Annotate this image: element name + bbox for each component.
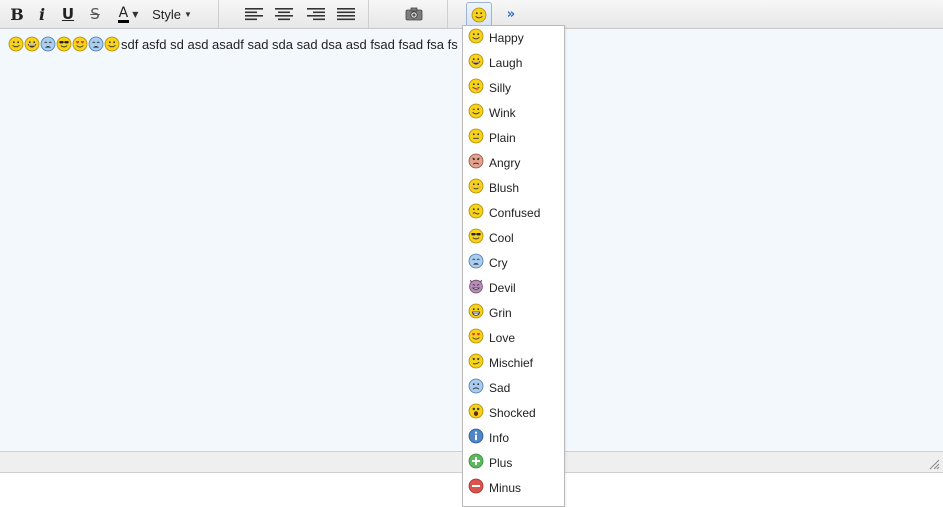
emoticon-menu-item-label: Shocked	[489, 406, 536, 420]
love-icon	[468, 328, 484, 348]
underline-button[interactable]: U	[59, 4, 77, 24]
font-color-button[interactable]: A ▼	[114, 4, 142, 24]
align-justify-icon	[337, 8, 355, 21]
emoticon-menu-item-happy[interactable]: Happy	[463, 26, 564, 51]
devil-icon	[468, 278, 484, 298]
cool-icon	[468, 228, 484, 248]
insert-image-button[interactable]	[404, 4, 424, 24]
emoticon-menu-item-silly[interactable]: Silly	[463, 76, 564, 101]
emoticon-menu-item-label: Wink	[489, 106, 516, 120]
emoticon-menu-item-label: Grin	[489, 306, 512, 320]
font-color-label: A	[117, 4, 130, 23]
emoticon-menu-item-cry[interactable]: Cry	[463, 251, 564, 276]
emoticon-menu-item-angry[interactable]: Angry	[463, 151, 564, 176]
emoticon-menu-item-label: Confused	[489, 206, 541, 220]
silly-icon	[468, 78, 484, 98]
laugh-icon	[24, 36, 40, 52]
mischief-icon	[468, 353, 484, 373]
emoticon-menu-item-cool[interactable]: Cool	[463, 226, 564, 251]
emoticon-menu-item-label: Minus	[489, 481, 522, 495]
blush-icon	[468, 178, 484, 198]
align-right-icon	[307, 8, 325, 21]
emoticon-menu-item-devil[interactable]: Devil	[463, 276, 564, 301]
love-icon	[72, 36, 88, 52]
italic-button[interactable]: i	[33, 4, 51, 24]
align-right-button[interactable]	[305, 4, 327, 24]
minus-icon	[468, 478, 484, 498]
emoticon-menu-item-label: Plus	[489, 456, 513, 470]
emoticon-menu-item-label: Mischief	[489, 356, 534, 370]
emoticon-menu-item-confused[interactable]: Confused	[463, 201, 564, 226]
angry-icon	[468, 153, 484, 173]
camera-icon	[405, 7, 423, 21]
align-center-icon	[275, 8, 293, 21]
emoticon-menu-item-laugh[interactable]: Laugh	[463, 51, 564, 76]
cry-icon	[88, 36, 104, 52]
emoticon-menu-item-label: Plain	[489, 131, 516, 145]
info-icon	[468, 428, 484, 448]
emoticon-menu-item-label: Love	[489, 331, 516, 345]
emoticon-menu-item-label: Cool	[489, 231, 514, 245]
emoticon-menu-item-shocked[interactable]: Shocked	[463, 401, 564, 426]
emoticon-menu-item-love[interactable]: Love	[463, 326, 564, 351]
shocked-icon	[468, 403, 484, 423]
emoticon-menu-item-wink[interactable]: Wink	[463, 101, 564, 126]
emoticon-menu-item-plus[interactable]: Plus	[463, 451, 564, 476]
emoticon-menu-item-label: Silly	[489, 81, 512, 95]
editor-text: sdf asfd sd asd asadf sad sda sad dsa as…	[121, 36, 458, 52]
emoticon-menu-item-label: Sad	[489, 381, 511, 395]
inline-emoticons	[8, 36, 120, 52]
emoticon-menu-item-minus[interactable]: Minus	[463, 476, 564, 501]
grin-icon	[468, 303, 484, 323]
emoticon-menu: Happy Laugh Silly Wink Plain Angry Blush Confus…	[462, 25, 565, 507]
sad-icon	[468, 378, 484, 398]
align-left-button[interactable]	[243, 4, 265, 24]
align-center-button[interactable]	[273, 4, 295, 24]
plain-icon	[468, 128, 484, 148]
wink-icon	[468, 103, 484, 123]
toolbar-divider	[368, 0, 369, 28]
laugh-icon	[468, 53, 484, 73]
emoticon-menu-item-plain[interactable]: Plain	[463, 126, 564, 151]
more-options-button[interactable]: »	[500, 4, 522, 24]
emoticon-menu-item-mischief[interactable]: Mischief	[463, 351, 564, 376]
toolbar-divider	[447, 0, 448, 28]
emoticon-menu-item-label: Devil	[489, 281, 516, 295]
toolbar-divider	[218, 0, 219, 28]
emoticon-menu-item-label: Info	[489, 431, 510, 445]
happy-icon	[468, 28, 484, 48]
emoticon-menu-item-blush[interactable]: Blush	[463, 176, 564, 201]
emoticon-menu-item-label: Blush	[489, 181, 520, 195]
emoticon-menu-item-sad[interactable]: Sad	[463, 376, 564, 401]
emoticon-menu-item-label: Laugh	[489, 56, 523, 70]
happy-icon	[104, 36, 120, 52]
align-justify-button[interactable]	[335, 4, 357, 24]
cry-icon	[40, 36, 56, 52]
align-left-icon	[245, 8, 263, 21]
emoticon-menu-item-label: Cry	[489, 256, 508, 270]
bold-button[interactable]: B	[8, 4, 26, 24]
plus-icon	[468, 453, 484, 473]
editor-text-line: sdf asfd sd asd asadf sad sda sad dsa as…	[8, 36, 458, 52]
emoticon-menu-item-grin[interactable]: Grin	[463, 301, 564, 326]
cool-icon	[56, 36, 72, 52]
resize-grip-icon[interactable]	[928, 458, 940, 470]
cry-icon	[468, 253, 484, 273]
strikethrough-button[interactable]: S	[86, 4, 104, 24]
happy-icon	[8, 36, 24, 52]
chevron-down-icon: ▼	[132, 9, 139, 19]
happy-icon	[471, 7, 487, 23]
style-dropdown[interactable]: Style ▼	[150, 4, 194, 24]
style-label: Style	[152, 6, 181, 22]
emoticon-menu-item-label: Angry	[489, 156, 521, 170]
emoticon-menu-item-info[interactable]: Info	[463, 426, 564, 451]
emoticon-menu-item-label: Happy	[489, 31, 524, 45]
chevron-down-icon: ▼	[183, 9, 192, 19]
confused-icon	[468, 203, 484, 223]
